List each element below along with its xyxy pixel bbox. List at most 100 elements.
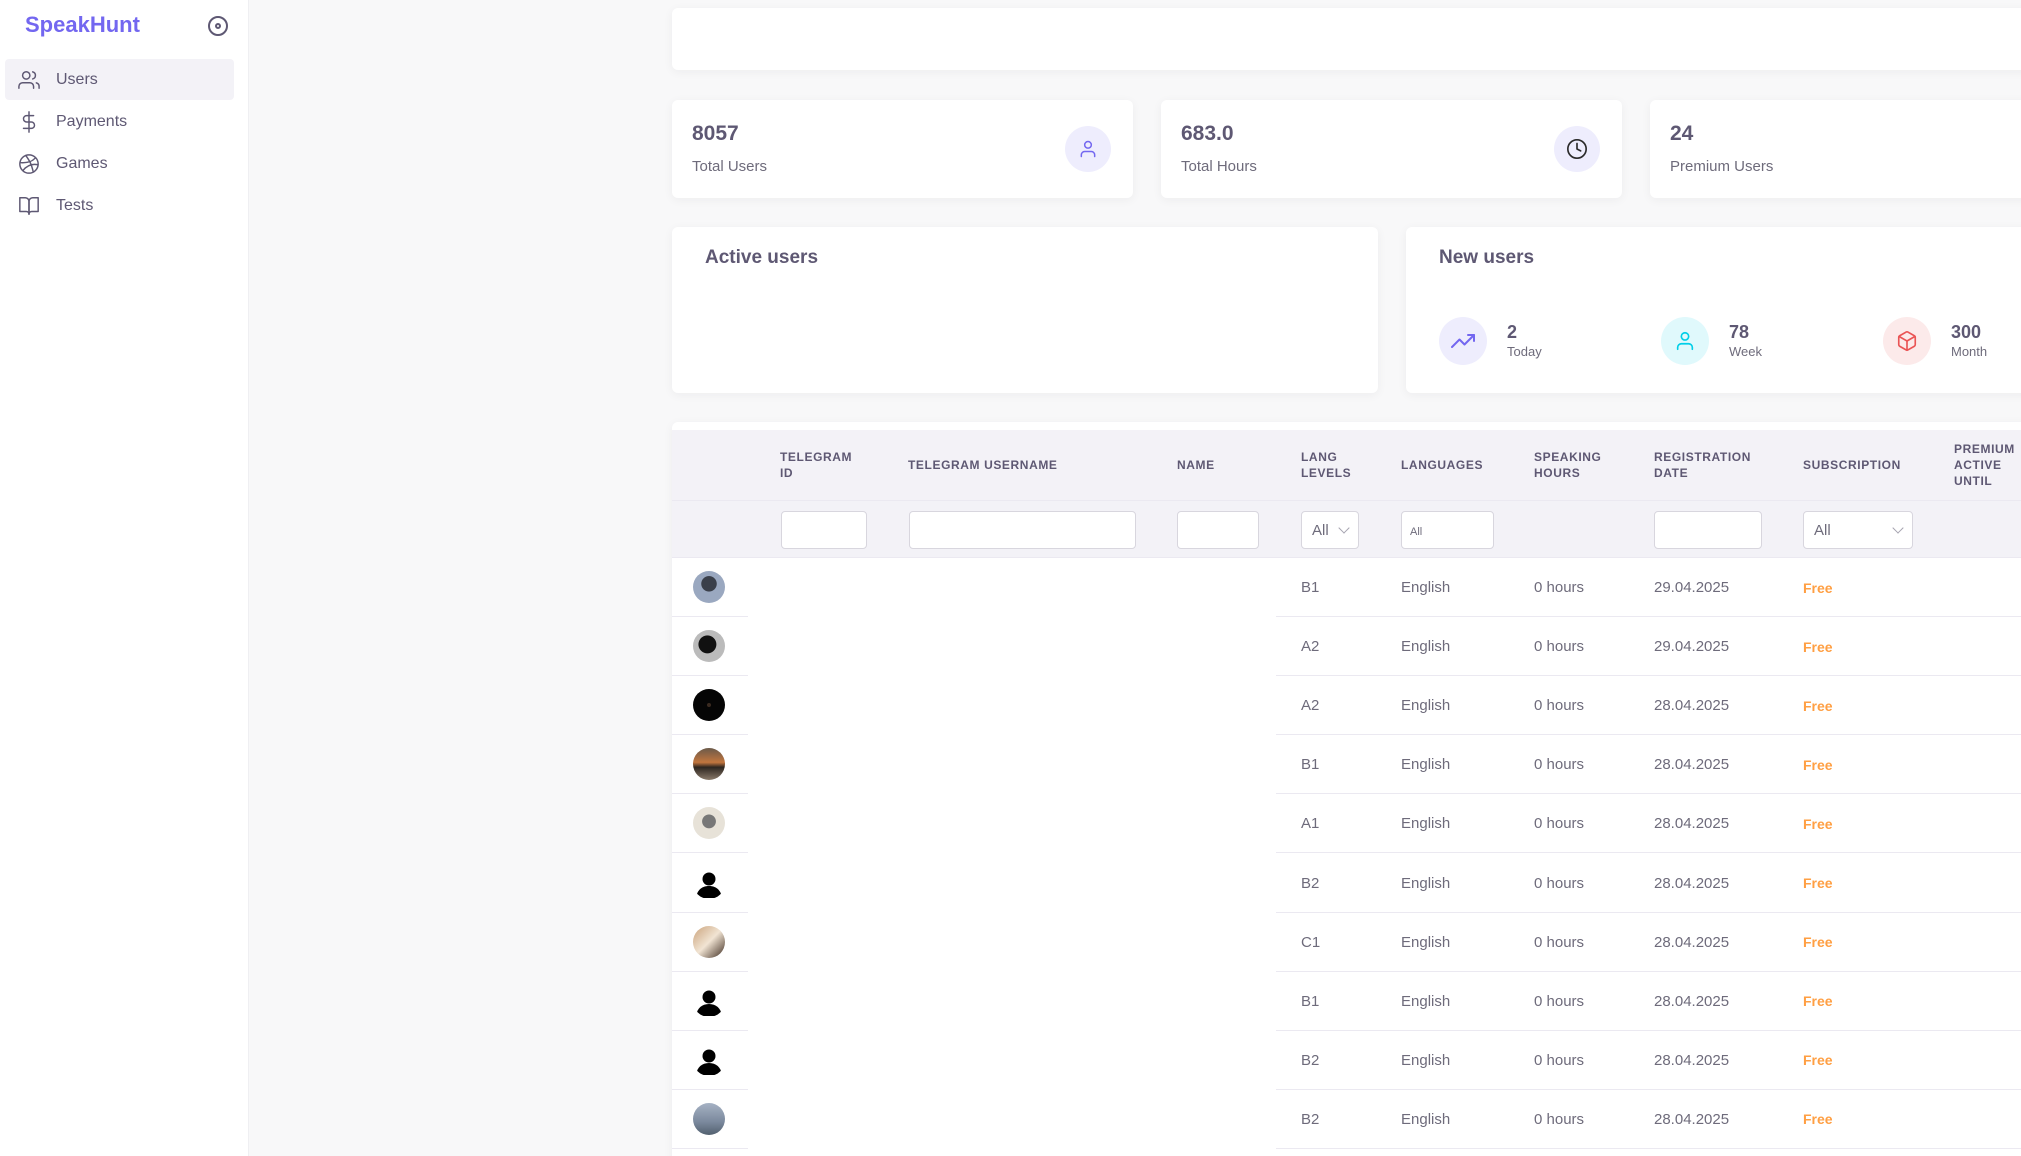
row-divider bbox=[672, 1147, 748, 1149]
col-premium-active-until[interactable]: PREMIUM ACTIVE UNTIL bbox=[1954, 430, 2015, 500]
metric-value: 300 bbox=[1951, 322, 1982, 342]
col-name[interactable]: NAME bbox=[1177, 430, 1215, 500]
table-row[interactable]: B1 English 0 hours 29.04.2025 Free bbox=[672, 558, 2021, 617]
cell-registration-date: 28.04.2025 bbox=[1654, 992, 1730, 1010]
dollar-icon bbox=[22, 110, 36, 133]
telegram-id-filter-input[interactable] bbox=[781, 511, 867, 549]
table-row[interactable]: C1 English 0 hours 28.04.2025 Free bbox=[672, 913, 2021, 972]
lang-levels-filter-select[interactable]: All bbox=[1301, 511, 1359, 549]
avatar bbox=[693, 807, 725, 840]
cell-language: English bbox=[1401, 756, 1451, 774]
cell-subscription: Free bbox=[1803, 993, 1833, 1010]
brand-logo[interactable]: SpeakHunt bbox=[25, 12, 140, 38]
active-users-card: Active users bbox=[672, 227, 1378, 393]
sidebar-item-payments[interactable]: Payments bbox=[5, 101, 234, 142]
table-row[interactable]: B2 English 0 hours 28.04.2025 Free bbox=[672, 854, 2021, 913]
col-subscription[interactable]: SUBSCRIPTION bbox=[1803, 430, 1901, 500]
cell-lang-level: B2 bbox=[1301, 1110, 1320, 1128]
sidebar-collapse-icon[interactable] bbox=[208, 16, 228, 36]
cell-language: English bbox=[1401, 992, 1451, 1010]
table-row[interactable]: B2 English 0 hours 28.04.2025 Free bbox=[672, 1031, 2021, 1090]
cell-speaking-hours: 0 hours bbox=[1534, 933, 1585, 951]
metric-week: 78 Week bbox=[1661, 317, 1762, 365]
table-row[interactable]: B1 English 0 hours 28.04.2025 Free bbox=[672, 972, 2021, 1031]
cell-subscription: Free bbox=[1803, 697, 1833, 714]
table-row[interactable]: B1 English 0 hours 28.04.2025 Free bbox=[672, 735, 2021, 795]
metric-value: 2 bbox=[1507, 322, 1518, 342]
cell-registration-date: 28.04.2025 bbox=[1654, 815, 1730, 833]
filter-row: All All bbox=[672, 500, 2021, 558]
col-registration-date[interactable]: REGISTRATION DATE bbox=[1654, 430, 1751, 500]
avatar bbox=[693, 866, 725, 899]
table-row[interactable]: A2 English 0 hours 28.04.2025 Free bbox=[672, 676, 2021, 736]
chevron-down-icon bbox=[1338, 522, 1350, 534]
chevron-down-icon bbox=[1892, 522, 1904, 534]
top-navbar bbox=[672, 8, 2021, 70]
cell-language: English bbox=[1401, 933, 1451, 951]
col-telegram-id[interactable]: TELEGRAM ID bbox=[780, 430, 852, 500]
metric-label: Today bbox=[1507, 344, 1542, 359]
stat-label: Premium Users bbox=[1670, 158, 1774, 175]
sidebar-item-label: Payments bbox=[56, 112, 128, 130]
basketball-icon bbox=[19, 153, 39, 174]
col-speaking-hours[interactable]: SPEAKING HOURS bbox=[1534, 430, 1601, 500]
metric-today: 2 Today bbox=[1439, 317, 1542, 365]
users-table: TELEGRAM ID TELEGRAM USERNAME NAME LANG LE… bbox=[672, 422, 2021, 1156]
table-row[interactable]: B2 English 0 hours 28.04.2025 Free bbox=[672, 1090, 2021, 1149]
sidebar-item-games[interactable]: Games bbox=[5, 143, 234, 184]
new-users-card: New users 2 Today 78 Week 300 Month bbox=[1406, 227, 2021, 393]
name-filter-input[interactable] bbox=[1177, 511, 1259, 549]
languages-filter-input[interactable] bbox=[1401, 511, 1494, 549]
cell-speaking-hours: 0 hours bbox=[1534, 1110, 1585, 1128]
cell-lang-level: A1 bbox=[1301, 815, 1320, 833]
cell-subscription: Free bbox=[1803, 579, 1833, 596]
cell-language: English bbox=[1401, 1051, 1451, 1069]
cell-registration-date: 29.04.2025 bbox=[1654, 579, 1730, 596]
registration-date-filter-input[interactable] bbox=[1654, 511, 1762, 549]
col-languages[interactable]: LANGUAGES bbox=[1401, 430, 1483, 500]
stat-card-premium-users: 24 Premium Users bbox=[1650, 100, 2021, 198]
cell-speaking-hours: 0 hours bbox=[1534, 756, 1585, 774]
sidebar-item-label: Games bbox=[56, 154, 108, 172]
metric-month: 300 Month bbox=[1883, 317, 1987, 365]
cell-speaking-hours: 0 hours bbox=[1534, 992, 1585, 1010]
stat-value: 24 bbox=[1670, 122, 1694, 145]
cell-subscription: Free bbox=[1803, 815, 1833, 832]
subscription-filter-select[interactable]: All bbox=[1803, 511, 1913, 549]
table-header: TELEGRAM ID TELEGRAM USERNAME NAME LANG LE… bbox=[672, 430, 2021, 500]
cell-registration-date: 29.04.2025 bbox=[1654, 638, 1730, 656]
cell-subscription: Free bbox=[1803, 1052, 1833, 1069]
sidebar-item-users[interactable]: Users bbox=[5, 59, 234, 100]
table-row[interactable]: A1 English 0 hours 28.04.2025 Free bbox=[672, 794, 2021, 854]
clock-icon bbox=[1554, 126, 1600, 172]
cell-subscription: Free bbox=[1803, 756, 1833, 773]
user-icon bbox=[1065, 126, 1111, 172]
cell-registration-date: 28.04.2025 bbox=[1654, 874, 1730, 892]
sidebar-item-label: Users bbox=[56, 70, 98, 88]
cell-language: English bbox=[1401, 874, 1451, 892]
stat-value: 683.0 bbox=[1181, 122, 1234, 145]
box-icon bbox=[1883, 317, 1931, 365]
cell-lang-level: C1 bbox=[1301, 933, 1321, 951]
table-row[interactable]: A2 English 0 hours 29.04.2025 Free bbox=[672, 617, 2021, 677]
row-divider bbox=[1276, 1147, 2021, 1149]
avatar bbox=[693, 571, 725, 603]
cell-registration-date: 28.04.2025 bbox=[1654, 756, 1730, 774]
user-icon bbox=[1661, 317, 1709, 365]
cell-registration-date: 28.04.2025 bbox=[1654, 697, 1730, 715]
cell-registration-date: 28.04.2025 bbox=[1654, 1051, 1730, 1069]
avatar bbox=[693, 925, 725, 958]
avatar bbox=[693, 748, 725, 781]
telegram-username-filter-input[interactable] bbox=[909, 511, 1136, 549]
col-telegram-username[interactable]: TELEGRAM USERNAME bbox=[908, 430, 1058, 500]
cell-language: English bbox=[1401, 579, 1451, 596]
cell-registration-date: 28.04.2025 bbox=[1654, 933, 1730, 951]
cell-lang-level: B1 bbox=[1301, 992, 1320, 1010]
cell-speaking-hours: 0 hours bbox=[1534, 874, 1585, 892]
sidebar-item-tests[interactable]: Tests bbox=[5, 185, 234, 226]
card-title: New users bbox=[1439, 247, 1535, 268]
cell-lang-level: B1 bbox=[1301, 579, 1320, 596]
avatar bbox=[693, 1102, 725, 1135]
col-lang-levels[interactable]: LANG LEVELS bbox=[1301, 430, 1351, 500]
avatar bbox=[693, 630, 725, 663]
